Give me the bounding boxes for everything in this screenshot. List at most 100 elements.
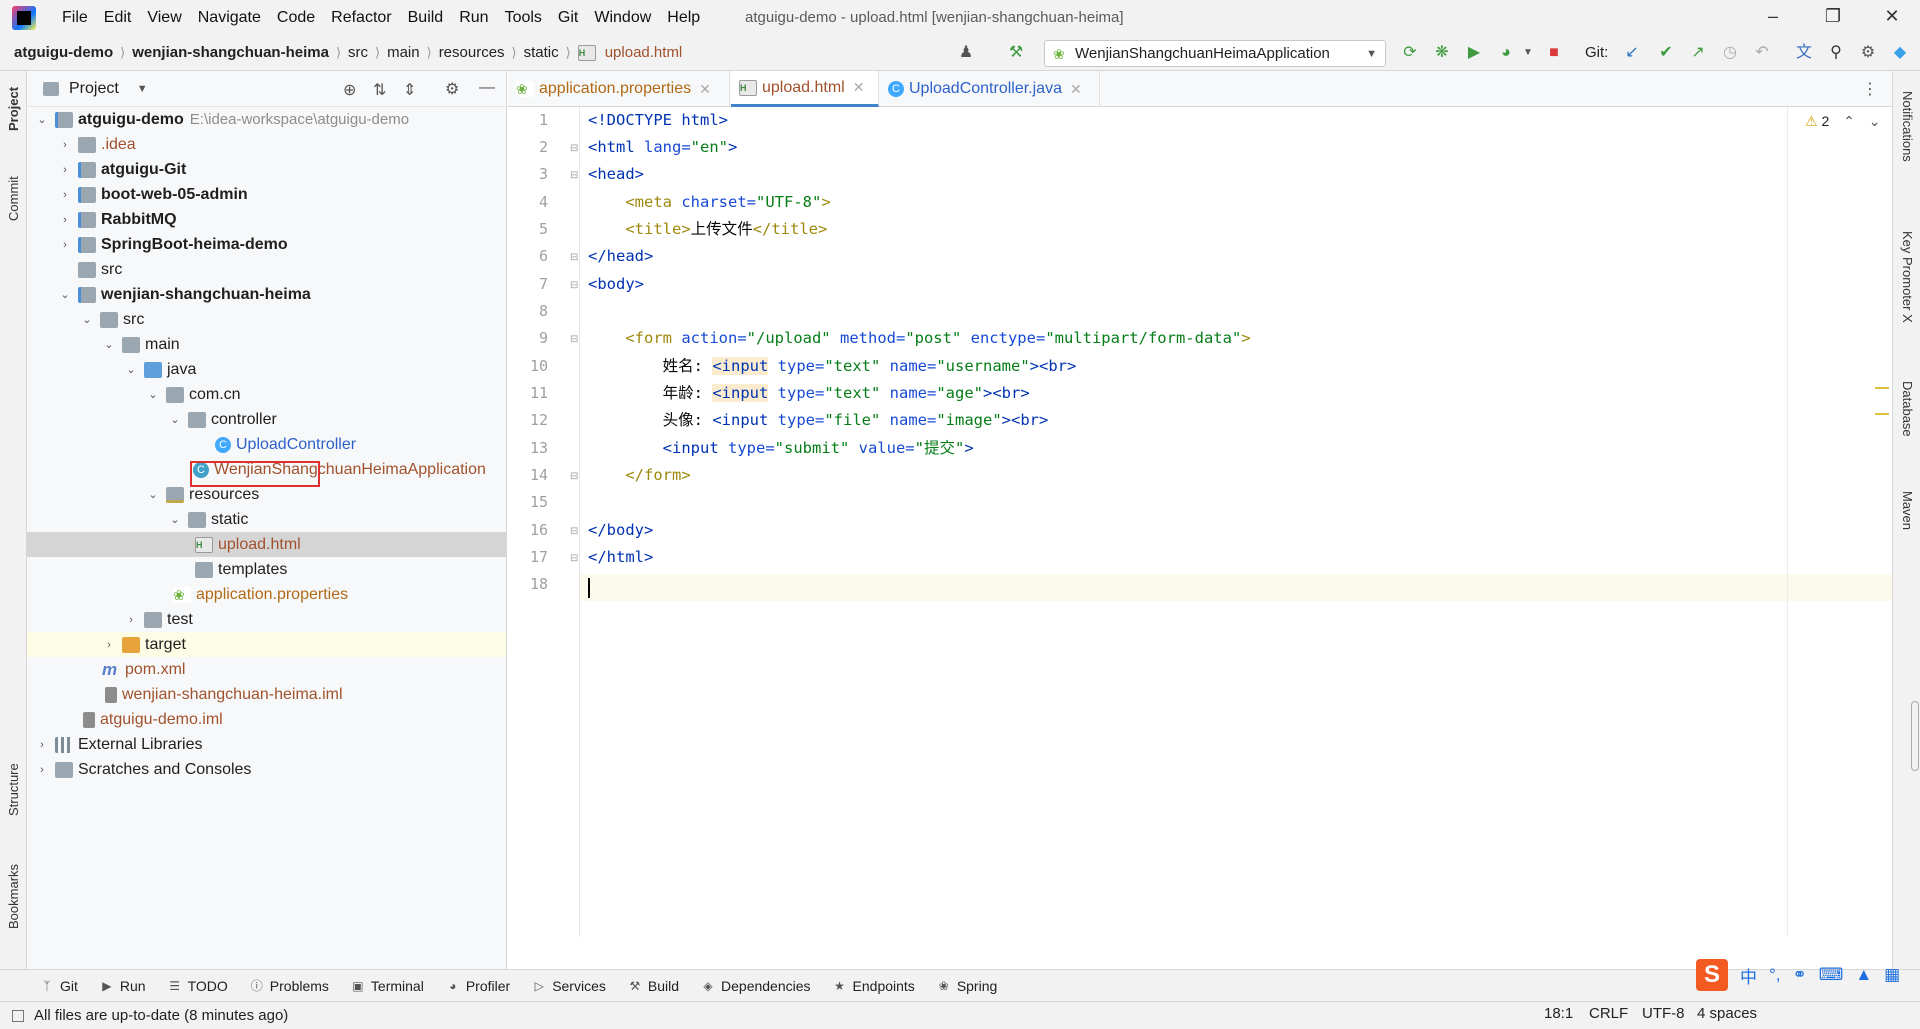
- warning-stripe-marker[interactable]: [1875, 413, 1889, 415]
- toolwindow-run[interactable]: ▶ Run: [100, 978, 145, 994]
- microphone-icon[interactable]: ⚭: [1793, 965, 1807, 985]
- project-panel-title[interactable]: Project: [69, 80, 119, 98]
- debug-icon[interactable]: ❋: [1432, 43, 1452, 63]
- tree-node-atguigu-git[interactable]: › atguigu-Git: [27, 157, 506, 182]
- chevron-right-icon[interactable]: ›: [58, 239, 72, 251]
- chevron-down-icon[interactable]: ⌄: [1869, 113, 1881, 129]
- minimize-icon[interactable]: –: [1763, 6, 1783, 26]
- punctuation-icon[interactable]: °,: [1769, 965, 1781, 985]
- tab-upload-html[interactable]: H upload.html ✕: [731, 71, 879, 107]
- git-history-icon[interactable]: ◷: [1720, 43, 1740, 63]
- commit-tool-button[interactable]: Commit: [6, 176, 21, 221]
- chevron-down-icon[interactable]: ⌄: [102, 338, 116, 351]
- ime-language[interactable]: 中: [1740, 963, 1757, 988]
- toolbox-icon[interactable]: ▦: [1884, 965, 1900, 985]
- tree-node-external-libraries[interactable]: › External Libraries: [27, 732, 506, 757]
- rerun-icon[interactable]: ⟳: [1400, 43, 1420, 63]
- toolwindow-profiler[interactable]: ◕ Profiler: [446, 978, 510, 994]
- menu-edit[interactable]: Edit: [96, 9, 140, 27]
- maven-tool-button[interactable]: Maven: [1900, 491, 1915, 530]
- toolwindow-todo[interactable]: ☰ TODO: [168, 978, 228, 994]
- line-separator[interactable]: CRLF: [1589, 1005, 1628, 1022]
- user-icon[interactable]: ♟: [956, 43, 976, 63]
- toolwindow-git[interactable]: ᛉ Git: [40, 978, 78, 994]
- tree-node-upload-html[interactable]: H upload.html: [27, 532, 506, 557]
- more-run-chevron-icon[interactable]: ▼: [1518, 43, 1538, 63]
- tree-node-resources[interactable]: ⌄ resources: [27, 482, 506, 507]
- stop-icon[interactable]: ■: [1544, 43, 1564, 63]
- indent-setting[interactable]: 4 spaces: [1697, 1005, 1757, 1022]
- close-tab-icon[interactable]: ✕: [699, 81, 711, 98]
- toolwindow-spring[interactable]: ❀ Spring: [937, 978, 998, 994]
- fold-icon[interactable]: ⊟: [570, 170, 578, 181]
- menu-tools[interactable]: Tools: [497, 9, 550, 27]
- warning-stripe-marker[interactable]: [1875, 387, 1889, 389]
- breadcrumb-main[interactable]: main: [383, 44, 424, 61]
- file-encoding[interactable]: UTF-8: [1642, 1005, 1685, 1022]
- caret-position[interactable]: 18:1: [1544, 1005, 1573, 1022]
- chevron-down-icon[interactable]: ⌄: [146, 488, 160, 501]
- tree-node-static[interactable]: ⌄ static: [27, 507, 506, 532]
- profile-icon[interactable]: ◕: [1496, 43, 1516, 63]
- tree-node-atguigu-demo[interactable]: ⌄ atguigu-demo E:\idea-workspace\atguigu…: [27, 107, 506, 132]
- toolwindow-problems[interactable]: ⓘ Problems: [250, 978, 329, 994]
- tree-node-scratches[interactable]: › Scratches and Consoles: [27, 757, 506, 782]
- tree-node-target[interactable]: › target: [27, 632, 506, 657]
- chevron-right-icon[interactable]: ›: [58, 189, 72, 201]
- tree-node-application-properties[interactable]: ❀ application.properties: [27, 582, 506, 607]
- chevron-down-icon[interactable]: ⌄: [146, 388, 160, 401]
- fold-icon[interactable]: ⊟: [570, 252, 578, 263]
- chevron-right-icon[interactable]: ›: [58, 139, 72, 151]
- translate-icon[interactable]: 文: [1794, 43, 1814, 63]
- options-gear-icon[interactable]: ⚙: [445, 79, 459, 99]
- tree-node-uploadcontroller[interactable]: C UploadController: [27, 432, 506, 457]
- toolwindow-build[interactable]: ⚒ Build: [628, 978, 679, 994]
- chevron-down-icon[interactable]: ▼: [137, 83, 148, 95]
- bookmarks-tool-button[interactable]: Bookmarks: [6, 864, 21, 929]
- expand-all-icon[interactable]: ⇅: [373, 80, 386, 100]
- menu-build[interactable]: Build: [400, 9, 452, 27]
- tree-node-templates[interactable]: templates: [27, 557, 506, 582]
- fold-icon[interactable]: ⊟: [570, 280, 578, 291]
- tree-node-src-root[interactable]: src: [27, 257, 506, 282]
- tree-node-boot-web[interactable]: › boot-web-05-admin: [27, 182, 506, 207]
- run-configuration-select[interactable]: ❀ WenjianShangchuanHeimaApplication ▼: [1044, 40, 1386, 67]
- breadcrumb-src[interactable]: src: [344, 44, 372, 61]
- status-toggle-icon[interactable]: [12, 1009, 24, 1022]
- chevron-right-icon[interactable]: ›: [124, 614, 138, 626]
- menu-git[interactable]: Git: [550, 9, 586, 27]
- menu-refactor[interactable]: Refactor: [323, 9, 399, 27]
- tree-node-java[interactable]: ⌄ java: [27, 357, 506, 382]
- project-tool-button[interactable]: Project: [6, 87, 21, 131]
- git-rollback-icon[interactable]: ↶: [1752, 43, 1772, 63]
- fold-icon[interactable]: ⊟: [570, 553, 578, 564]
- settings-gear-icon[interactable]: ⚙: [1858, 43, 1878, 63]
- menu-file[interactable]: File: [54, 9, 96, 27]
- database-tool-button[interactable]: Database: [1900, 381, 1915, 437]
- chevron-right-icon[interactable]: ›: [35, 739, 49, 751]
- chevron-down-icon[interactable]: ⌄: [168, 513, 182, 526]
- git-update-icon[interactable]: ↙: [1622, 43, 1642, 63]
- code-editor[interactable]: <!DOCTYPE html> <html lang="en"> <head> …: [580, 107, 1892, 937]
- tree-node-springboot-heima[interactable]: › SpringBoot-heima-demo: [27, 232, 506, 257]
- tree-node-pom[interactable]: m pom.xml: [27, 657, 506, 682]
- fold-icon[interactable]: ⊟: [570, 526, 578, 537]
- breadcrumb-module[interactable]: wenjian-shangchuan-heima: [128, 44, 333, 61]
- tree-node-test[interactable]: › test: [27, 607, 506, 632]
- tree-node-wenjian-module[interactable]: ⌄ wenjian-shangchuan-heima: [27, 282, 506, 307]
- locate-file-icon[interactable]: ⊕: [343, 80, 356, 100]
- menu-help[interactable]: Help: [659, 9, 708, 27]
- more-tabs-icon[interactable]: ⋮: [1862, 79, 1878, 99]
- toolwindow-terminal[interactable]: ▣ Terminal: [351, 978, 424, 994]
- chevron-down-icon[interactable]: ⌄: [168, 413, 182, 426]
- toolwindow-services[interactable]: ▷ Services: [532, 978, 606, 994]
- editor-scrollbar[interactable]: [1911, 701, 1919, 771]
- tree-node-src[interactable]: ⌄ src: [27, 307, 506, 332]
- breadcrumb-resources[interactable]: resources: [435, 44, 509, 61]
- git-push-icon[interactable]: ↗: [1688, 43, 1708, 63]
- tree-node-main[interactable]: ⌄ main: [27, 332, 506, 357]
- menu-navigate[interactable]: Navigate: [190, 9, 269, 27]
- fold-icon[interactable]: ⊟: [570, 334, 578, 345]
- close-tab-icon[interactable]: ✕: [853, 79, 865, 96]
- menu-code[interactable]: Code: [269, 9, 323, 27]
